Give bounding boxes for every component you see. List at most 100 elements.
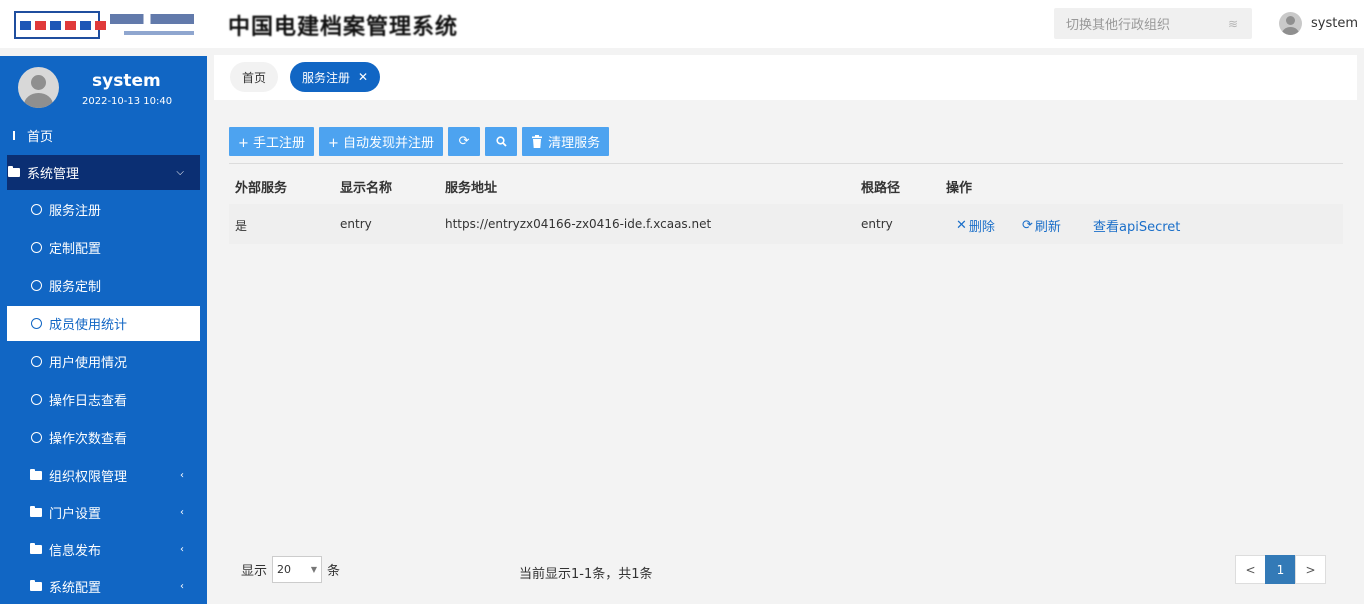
manual-register-button[interactable]: + 手工注册 [229,127,315,156]
close-icon[interactable]: ✕ [358,70,368,84]
logo-subtext [124,31,194,35]
chevron-left-icon: ‹ [180,507,184,518]
chevron-left-icon: ‹ [180,544,184,555]
refresh-button[interactable]: ⟳ [448,127,481,156]
sidebar-item-portal-settings[interactable]: 门户设置 ‹ [7,495,200,530]
sidebar-item-label: 服务定制 [49,280,102,295]
tab-label: 服务注册 [302,70,351,85]
delete-link[interactable]: ✕ 删除 [956,216,995,235]
username: system [1311,16,1358,31]
sidebar-item-label: 服务注册 [49,204,102,219]
folder-icon [7,166,21,177]
chevron-down-icon: ⌵ [176,167,184,178]
col-header: 操作 [946,181,973,196]
sidebar-item-label: 首页 [27,130,54,145]
page-size-value: 20 [277,563,292,576]
org-switch-placeholder: 切换其他行政组织 [1066,18,1171,33]
pagination: < 1 > [1235,555,1326,584]
folder-icon [29,580,43,591]
profile-time: 2022-10-13 10:40 [82,96,173,107]
trash-icon [532,135,543,148]
col-header: 显示名称 [340,181,393,196]
avatar [1279,12,1302,35]
button-label: + 手工注册 [238,136,306,151]
col-header: 服务地址 [445,181,498,196]
sidebar-item-label: 信息发布 [49,544,102,559]
sidebar-item-service-registration[interactable]: 服务注册 [7,192,200,227]
tab-label: 首页 [242,70,267,85]
cell-address: https://entryzx04166-zx0416-ide.f.xcaas.… [445,217,712,231]
refresh-icon: ⟳ [458,134,470,149]
table-row[interactable]: 是 entry https://entryzx04166-zx0416-ide.… [229,204,1343,244]
unit-label: 条 [327,564,341,579]
refresh-icon: ⟳ [1022,218,1033,233]
chevron-down-icon: ▼ [310,565,318,574]
company-logo [14,11,194,39]
user-menu[interactable]: system [1279,12,1358,35]
divider [229,163,1343,164]
view-secret-link[interactable]: 查看apiSecret [1093,216,1180,235]
page-button-current[interactable]: 1 [1265,555,1296,584]
page-size-control: 显示 20 ▼ 条 [241,556,340,583]
sidebar-item-operation-count[interactable]: 操作次数查看 [7,420,200,455]
sidebar-item-label: 系统管理 [27,167,80,182]
link-label: 刷新 [1034,220,1061,235]
chevron-left-icon: ‹ [180,581,184,592]
profile-name: system [92,71,161,91]
button-label: + 自动发现并注册 [328,136,435,151]
next-page-button[interactable]: > [1295,555,1326,584]
sidebar-item-label: 系统配置 [49,581,102,596]
logo-wordmark [110,14,194,24]
sidebar-item-service-customization[interactable]: 服务定制 [7,268,200,303]
sidebar-item-operation-log[interactable]: 操作日志查看 [7,382,200,417]
sidebar-item-user-usage[interactable]: 用户使用情况 [7,344,200,379]
org-switch-select[interactable]: 切换其他行政组织 ≋ [1054,8,1252,39]
show-label: 显示 [241,564,268,579]
logo-bars [20,21,106,30]
sidebar-item-label: 成员使用统计 [49,318,128,333]
sidebar-item-label: 组织权限管理 [49,470,128,485]
sidebar-item-info-publish[interactable]: 信息发布 ‹ [7,532,200,567]
sidebar-item-system-config[interactable]: 系统配置 ‹ [7,569,200,604]
sidebar-item-custom-config[interactable]: 定制配置 [7,230,200,265]
prev-page-button[interactable]: < [1235,555,1266,584]
top-header: 中国电建档案管理系统 切换其他行政组织 ≋ system [0,0,1364,48]
profile-avatar [18,67,59,108]
col-header: 根路径 [861,181,901,196]
sidebar-item-org-permission[interactable]: 组织权限管理 ‹ [7,458,200,493]
link-label: 查看apiSecret [1093,220,1181,235]
cell-root-path: entry [861,217,893,231]
circle-icon [29,432,43,443]
link-label: 删除 [968,220,995,235]
toolbar: + 手工注册 + 自动发现并注册 ⟳ 清理服务 [229,127,610,156]
circle-icon [29,394,43,405]
circle-icon [29,242,43,253]
tab-home[interactable]: 首页 [230,62,279,92]
auto-register-button[interactable]: + 自动发现并注册 [319,127,444,156]
refresh-link[interactable]: ⟳ 刷新 [1022,216,1061,235]
sidebar-item-member-usage-stats[interactable]: 成员使用统计 [7,306,200,341]
sidebar-item-home[interactable]: 首页 [7,118,200,153]
col-header: 外部服务 [235,181,288,196]
folder-icon [29,506,43,517]
clean-services-button[interactable]: 清理服务 [522,127,610,156]
sidebar-profile: system 2022-10-13 10:40 [0,56,207,118]
sidebar-item-label: 用户使用情况 [49,356,128,371]
button-label: 清理服务 [548,136,601,151]
page-info: 当前显示1-1条，共1条 [519,567,653,582]
sidebar-item-system-management[interactable]: 系统管理 ⌵ [7,155,200,190]
circle-icon [29,356,43,367]
circle-icon [29,280,43,291]
circle-icon [29,318,43,329]
chevron-left-icon: ‹ [180,470,184,481]
page-tabs: 首页 服务注册 ✕ [214,55,1357,100]
app-title: 中国电建档案管理系统 [228,15,459,40]
cell-display-name: entry [340,217,372,231]
tab-service-registration[interactable]: 服务注册 ✕ [290,62,381,92]
page-size-select[interactable]: 20 ▼ [272,556,323,583]
home-icon [7,131,21,140]
sidebar-item-label: 操作次数查看 [49,432,128,447]
search-button[interactable] [485,127,518,156]
sidebar-item-label: 门户设置 [49,507,102,522]
table-header: 外部服务 显示名称 服务地址 根路径 操作 [229,168,1343,202]
